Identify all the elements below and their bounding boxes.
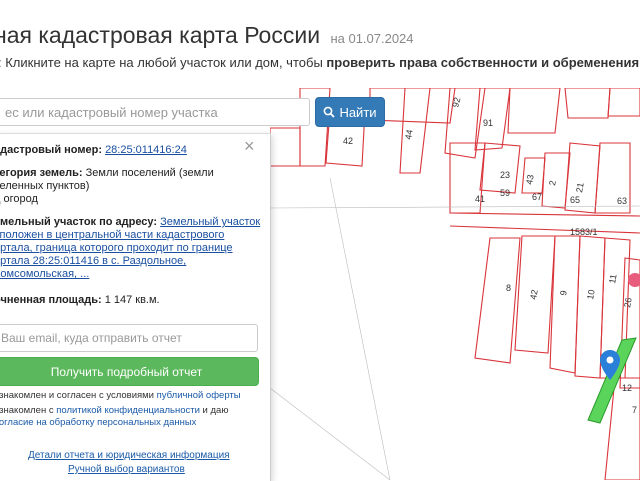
map-label: 11 <box>607 273 618 284</box>
report-details-link[interactable]: Детали отчета и юридическая информация <box>28 450 230 461</box>
search-icon <box>324 106 336 118</box>
map-label: 92 <box>450 96 462 108</box>
map-label: 10 <box>585 289 597 301</box>
search-input[interactable] <box>0 98 310 126</box>
parcel-8[interactable] <box>474 237 521 364</box>
cadastral-map[interactable]: 42 92 91 44 23 59 41 67 43 2 21 65 63 15… <box>270 88 640 480</box>
hint-prefix: : Кликните на карте на любой участок или… <box>0 55 327 70</box>
hint-text: : Кликните на карте на любой участок или… <box>0 55 640 70</box>
privacy-policy-link[interactable]: политикой конфиденциальности <box>56 405 200 416</box>
parcel-top-mid[interactable] <box>507 88 561 134</box>
category-value-line3: д огород <box>0 193 38 205</box>
hint-bold: проверить права собственности и обремене… <box>326 55 640 70</box>
cadastral-label: адастровый номер: <box>0 144 102 156</box>
map-label: Za <box>630 276 640 286</box>
map-label: 21 <box>574 182 586 194</box>
category-row: тегория земель: Земли поселений (земли <box>0 167 214 180</box>
email-field[interactable] <box>0 324 258 352</box>
map-label: 59 <box>500 188 510 198</box>
personal-data-consent-link[interactable]: согласие на обработку персональных данны… <box>0 417 196 428</box>
category-value-line2: селенных пунктов) <box>0 180 90 192</box>
map-label: 12 <box>622 383 632 393</box>
map-label: 2 <box>547 180 558 187</box>
consent-privacy: ознакомлен с политикой конфиденциальност… <box>0 405 228 417</box>
cadastral-row: адастровый номер: 28:25:011416:24 <box>0 144 187 157</box>
parcel-info-panel: × адастровый номер: 28:25:011416:24 тего… <box>0 133 271 481</box>
map-label: 42 <box>343 136 353 146</box>
map-label: 26 <box>622 297 634 309</box>
address-line[interactable]: артала, граница которого проходит по гра… <box>0 242 233 255</box>
map-canvas[interactable]: 42 92 91 44 23 59 41 67 43 2 21 65 63 15… <box>270 88 640 480</box>
parcel-top-right[interactable] <box>564 88 611 119</box>
road-boundary-2 <box>449 225 640 234</box>
parcel-23[interactable] <box>479 142 521 194</box>
category-label: тегория земель: <box>0 167 83 179</box>
map-label: 23 <box>500 170 510 180</box>
area-row: очненная площадь: 1 147 кв.м. <box>0 294 160 307</box>
close-icon[interactable]: × <box>244 136 255 157</box>
area-label: очненная площадь: <box>0 294 102 306</box>
map-label: 44 <box>403 129 415 141</box>
cadastral-number-link[interactable]: 28:25:011416:24 <box>105 144 187 156</box>
map-label: 41 <box>475 194 485 204</box>
area-value: 1 147 кв.м. <box>104 294 160 306</box>
consent-offer-text: ознакомлен и согласен с условиями <box>0 390 157 401</box>
public-offer-link[interactable]: публичной оферты <box>157 390 241 401</box>
map-label: 42 <box>528 289 540 301</box>
parcel-edge[interactable] <box>270 127 301 167</box>
address-line[interactable]: артала 28:25:011416 в с. Раздольное, <box>0 255 186 268</box>
address-label: емельный участок по адресу: <box>0 216 158 228</box>
header: ная кадастровая карта России на 01.07.20… <box>0 0 640 80</box>
map-label: 65 <box>570 195 580 205</box>
page-title: ная кадастровая карта России на 01.07.20… <box>0 22 414 49</box>
map-label: 91 <box>483 118 493 128</box>
title-date: на 01.07.2024 <box>330 31 414 46</box>
parcel-top-far[interactable] <box>607 88 640 117</box>
address-line[interactable]: сположен в центральной части кадастровог… <box>0 229 224 242</box>
map-label: 63 <box>617 196 627 206</box>
map-label: 43 <box>524 174 536 186</box>
consent-data: согласие на обработку персональных данны… <box>0 417 196 429</box>
search-button[interactable]: Найти <box>315 97 385 127</box>
address-line[interactable]: Комсомольская, ... <box>0 268 89 281</box>
map-label: 9 <box>558 290 569 297</box>
get-report-button[interactable]: Получить подробный отчет <box>0 357 259 386</box>
map-label: 8 <box>506 283 511 293</box>
category-value: Земли поселений (земли <box>85 167 214 179</box>
consent-privacy-suffix: и даю <box>199 405 229 416</box>
address-row: емельный участок по адресу: Земельный уч… <box>0 216 260 229</box>
page-title-text: ная кадастровая карта России <box>0 22 321 48</box>
search-button-label: Найти <box>339 104 377 120</box>
map-label: 1583/1 <box>570 227 598 237</box>
address-link[interactable]: Земельный участок <box>160 216 260 228</box>
manual-selection-link[interactable]: Ручной выбор вариантов <box>68 464 185 475</box>
map-label: 7 <box>632 405 637 415</box>
map-label: 67 <box>532 192 542 202</box>
consent-privacy-text: ознакомлен с <box>0 405 57 416</box>
consent-offer: ознакомлен и согласен с условиями публич… <box>0 390 241 402</box>
